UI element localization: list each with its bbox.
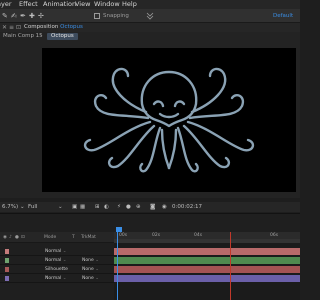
menu-effect[interactable]: Effect <box>19 0 38 9</box>
roto-brush-tool-icon[interactable]: ✒ <box>20 12 26 20</box>
layer-duration-bar[interactable] <box>114 275 300 282</box>
layer-duration-bar[interactable] <box>114 248 300 255</box>
chevron-down-icon: ⌄ <box>95 276 99 281</box>
brush-tool-icon[interactable]: ✍ <box>11 12 17 20</box>
exposure-icon[interactable]: ⊕ <box>136 202 141 212</box>
lock-column-icon: ⊡ <box>21 235 25 240</box>
timeline-tabs <box>0 213 300 232</box>
layer-trkmat-dropdown[interactable]: None ⌄ <box>81 275 103 282</box>
chevron-down-icon: ⌄ <box>95 267 99 272</box>
region-of-interest-icon[interactable]: ▣ <box>72 202 77 212</box>
composition-name: Octopus <box>60 24 83 30</box>
show-snapshot-icon[interactable]: ◉ <box>162 202 167 212</box>
time-ruler[interactable]: 00s 02s 04s 06s <box>114 232 300 243</box>
layer-trkmat-dropdown[interactable] <box>81 248 103 255</box>
layer-trkmat-dropdown[interactable]: None ⌄ <box>81 257 103 264</box>
layer-trkmat-value: None <box>82 276 94 281</box>
magnification-dropdown[interactable]: 6.7%) <box>2 202 18 212</box>
snapping-magnet-icon[interactable] <box>146 12 154 20</box>
layer-mode-value: Normal <box>45 258 62 263</box>
current-time-display[interactable]: 0:00:02:17 <box>172 202 202 212</box>
pin-tool-icon[interactable]: ✚ <box>29 12 35 20</box>
octopus-artwork <box>83 67 255 173</box>
playhead-line[interactable] <box>117 232 118 300</box>
timeline-header: ◉ ♪ ● ⊡ Mode T TrkMat 00s 02s 04s 06s <box>0 232 300 243</box>
layer-mode-dropdown[interactable]: Normal ⌄ <box>44 248 70 255</box>
transparency-grid-icon[interactable]: ▦ <box>80 202 85 212</box>
menu-help[interactable]: Help <box>122 0 137 9</box>
mask-visibility-icon[interactable]: ◐ <box>104 202 109 212</box>
menu-bar: ayer Effect Animation View Window Help <box>0 0 300 9</box>
layer-label-color[interactable] <box>5 276 9 281</box>
layer-mode-dropdown[interactable]: Normal ⌄ <box>44 275 70 282</box>
snapping-checkbox[interactable] <box>94 13 100 19</box>
breadcrumb-parent[interactable]: Main Comp 15 <box>3 33 43 40</box>
layer-label-color[interactable] <box>5 258 9 263</box>
chevron-down-icon[interactable]: ⌄ <box>58 202 63 212</box>
viewer-controls: 6.7%) ⌄ Full ⌄ ▣ ▦ ⊞ ◐ ⚡ ● ⊕ ◙ ◉ 0:00:02… <box>0 202 300 212</box>
breadcrumb-separator-icon: ‹ <box>40 33 43 39</box>
t-column-header: T <box>72 235 75 240</box>
layer-trkmat-dropdown[interactable]: None ⌄ <box>81 266 103 273</box>
menu-view[interactable]: View <box>75 0 90 9</box>
layer-mode-value: Normal <box>45 276 62 281</box>
layer-mode-dropdown[interactable]: Silhouette ⌄ <box>44 266 70 279</box>
lock-icon[interactable]: ⊡ <box>16 24 21 31</box>
resolution-dropdown[interactable]: Full <box>28 202 37 212</box>
menu-layer[interactable]: ayer <box>0 0 12 9</box>
layer-mode-value: Normal <box>45 249 62 254</box>
close-icon[interactable]: ✕ <box>2 24 7 31</box>
layer-trkmat-value: None <box>82 258 94 263</box>
mode-column-header: Mode <box>44 235 57 240</box>
composition-canvas[interactable] <box>42 48 296 192</box>
chevron-down-icon: ⌄ <box>62 258 67 263</box>
solo-switch-icon: ● <box>15 235 19 240</box>
video-switch-icon: ◉ <box>3 235 7 240</box>
transform-tool-icon[interactable]: ✢ <box>38 12 44 20</box>
layer-duration-bar[interactable] <box>114 266 300 273</box>
snapshot-camera-icon[interactable]: ◙ <box>150 202 155 212</box>
layer-label-color[interactable] <box>5 249 9 254</box>
chevron-down-icon: ⌄ <box>62 276 67 281</box>
layer-trkmat-value: None <box>82 267 94 272</box>
layer-list: Normal ⌄ Normal ⌄ None ⌄ Silhouette ⌄ No… <box>0 243 114 300</box>
time-marker-line <box>230 232 231 300</box>
grid-guides-icon[interactable]: ⊞ <box>95 202 100 212</box>
audio-switch-icon: ♪ <box>9 235 12 240</box>
layer-mode-value: Silhouette <box>45 267 68 272</box>
comp-breadcrumb: Main Comp 15 ‹ Octopus <box>0 32 300 41</box>
breadcrumb-current[interactable]: Octopus <box>47 33 78 40</box>
color-channel-icon[interactable]: ● <box>126 202 131 212</box>
layer-row[interactable]: Normal ⌄ <box>0 247 114 256</box>
tools-toolbar: ✎ ✍ ✒ ✚ ✢ Snapping Default <box>0 9 300 23</box>
composition-panel-header: ✕ ≡ ⊡ Composition Octopus <box>0 23 300 32</box>
magnification-chevron-icon[interactable]: ⌄ <box>20 202 25 212</box>
composition-tab[interactable]: Composition Octopus <box>24 24 83 31</box>
panel-menu-icon[interactable]: ≡ <box>9 24 14 31</box>
trkmat-column-header: TrkMat <box>81 235 96 240</box>
layer-label-color[interactable] <box>5 267 9 272</box>
layer-row[interactable]: Normal ⌄ None ⌄ <box>0 256 114 265</box>
composition-prefix: Composition <box>24 24 59 30</box>
chevron-down-icon: ⌄ <box>95 258 99 263</box>
chevron-down-icon: ⌄ <box>62 249 67 254</box>
layer-row[interactable]: Silhouette ⌄ None ⌄ <box>0 265 114 279</box>
snapping-label: Snapping <box>103 13 129 19</box>
puppet-pin-tool-icon[interactable]: ✎ <box>2 12 8 20</box>
layer-row[interactable]: Normal ⌄ None ⌄ <box>0 274 114 283</box>
workspace-default[interactable]: Default <box>273 12 293 20</box>
layer-mode-dropdown[interactable]: Normal ⌄ <box>44 257 70 264</box>
fast-preview-icon[interactable]: ⚡ <box>117 202 121 212</box>
menu-window[interactable]: Window <box>94 0 120 9</box>
layer-bars-area <box>114 243 300 300</box>
layer-duration-bar[interactable] <box>114 257 300 264</box>
menu-animation[interactable]: Animation <box>43 0 76 9</box>
